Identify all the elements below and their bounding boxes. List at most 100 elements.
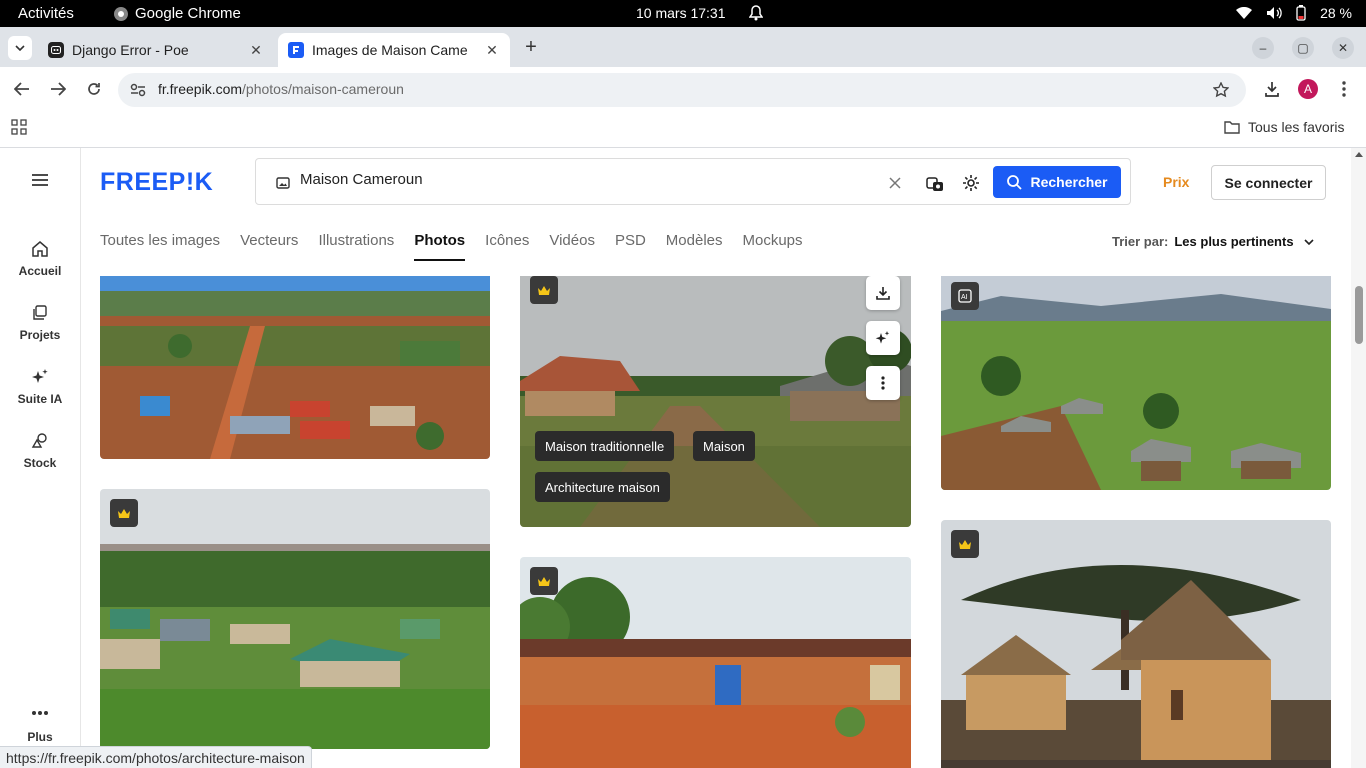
freepik-logo[interactable]: FREEP!K (100, 168, 213, 197)
reload-button[interactable] (83, 78, 105, 100)
more-options-button[interactable] (866, 366, 900, 400)
sidebar-item-suite-ia[interactable]: Suite IA (0, 368, 80, 406)
sidebar-item-label: Plus (27, 730, 53, 744)
photo-card[interactable] (100, 489, 490, 749)
photo-grid: Maison traditionnelle Maison Architectur… (81, 276, 1351, 768)
login-button[interactable]: Se connecter (1211, 165, 1326, 200)
all-bookmarks-button[interactable]: Tous les favoris (1224, 119, 1344, 135)
browser-toolbar: fr.freepik.com/photos/maison-cameroun A (0, 67, 1366, 111)
crown-icon (118, 508, 130, 518)
tab-vectors[interactable]: Vecteurs (240, 232, 298, 261)
sidebar-item-label: Suite IA (17, 392, 63, 406)
tab-search-button[interactable] (8, 36, 32, 60)
new-tab-button[interactable]: + (520, 36, 542, 58)
activities-button[interactable]: Activités (18, 5, 74, 22)
settings-gear-icon[interactable] (962, 174, 980, 192)
scrollbar-thumb[interactable] (1355, 286, 1363, 344)
chrome-menu-button[interactable] (1333, 78, 1355, 100)
tag-house-architecture[interactable]: Architecture maison (535, 472, 670, 502)
site-settings-icon[interactable] (130, 83, 146, 97)
battery-level: 28 % (1320, 5, 1352, 21)
crown-icon (538, 285, 550, 295)
close-window-button[interactable]: ✕ (1332, 37, 1354, 59)
tab-illustrations[interactable]: Illustrations (318, 232, 394, 261)
sidebar-item-accueil[interactable]: Accueil (0, 240, 80, 278)
tab-photos[interactable]: Photos (414, 232, 466, 261)
forward-button[interactable] (47, 78, 69, 100)
sort-dropdown[interactable]: Trier par: Les plus pertinents (1112, 234, 1314, 249)
close-icon[interactable]: ✕ (484, 42, 500, 59)
tab-icons[interactable]: Icônes (485, 232, 529, 261)
system-tray[interactable]: 28 % (1236, 5, 1352, 21)
photo-card[interactable] (941, 520, 1331, 768)
search-button[interactable]: Rechercher (993, 166, 1121, 198)
clock[interactable]: 10 mars 17:31 (636, 5, 726, 21)
reload-icon (88, 83, 100, 95)
sidebar-item-projets[interactable]: Projets (0, 304, 80, 342)
crown-icon (959, 539, 971, 549)
tab-strip: Django Error - Poe ✕ Images de Maison Ca… (0, 27, 1366, 67)
home-icon (32, 241, 48, 257)
tag-traditional-house[interactable]: Maison traditionnelle (535, 431, 675, 461)
page-scrollbar[interactable] (1351, 148, 1366, 768)
all-bookmarks-label: Tous les favoris (1248, 119, 1345, 135)
hamburger-menu-button[interactable] (30, 172, 50, 188)
visual-search-icon[interactable] (926, 174, 944, 192)
app-menu[interactable]: Google Chrome (113, 5, 241, 22)
photo-card[interactable] (100, 276, 490, 459)
clear-icon[interactable] (889, 177, 901, 189)
os-top-bar: Activités Google Chrome 10 mars 17:31 28… (0, 0, 1366, 27)
url-text: fr.freepik.com/photos/maison-cameroun (158, 81, 404, 97)
photo-card[interactable]: AI (941, 276, 1331, 490)
download-icon (1265, 82, 1279, 97)
profile-avatar[interactable]: A (1298, 79, 1318, 99)
apps-grid-icon[interactable] (11, 119, 27, 135)
search-input[interactable] (300, 171, 860, 188)
tab-videos[interactable]: Vidéos (549, 232, 595, 261)
sidebar-item-stock[interactable]: Stock (0, 432, 80, 470)
minimize-button[interactable]: – (1252, 37, 1274, 59)
sidebar-item-label: Projets (19, 328, 61, 342)
premium-badge (951, 530, 979, 558)
close-icon[interactable]: ✕ (248, 42, 264, 59)
category-tabs: Toutes les images Vecteurs Illustrations… (100, 232, 803, 261)
tab-django-error[interactable]: Django Error - Poe ✕ (38, 33, 274, 67)
tab-psd[interactable]: PSD (615, 232, 646, 261)
tab-all-images[interactable]: Toutes les images (100, 232, 220, 261)
sort-label: Trier par: (1112, 234, 1169, 249)
url-path: /photos/maison-cameroun (242, 81, 404, 97)
sidebar-item-label: Accueil (18, 264, 62, 278)
tab-templates[interactable]: Modèles (666, 232, 723, 261)
address-bar[interactable]: fr.freepik.com/photos/maison-cameroun (118, 73, 1246, 107)
tab-mockups[interactable]: Mockups (743, 232, 803, 261)
volume-icon (1267, 7, 1282, 19)
link-status-bar: https://fr.freepik.com/photos/architectu… (0, 746, 312, 768)
url-domain: fr.freepik.com (158, 81, 243, 97)
star-icon[interactable] (1213, 82, 1229, 98)
left-sidebar: Accueil Projets Suite IA Stock Plus (0, 148, 81, 768)
maximize-button[interactable]: ▢ (1292, 37, 1314, 59)
sparkles-icon (32, 369, 48, 383)
pricing-link[interactable]: Prix (1163, 174, 1189, 190)
sidebar-item-plus[interactable]: Plus (0, 710, 80, 744)
tag-house[interactable]: Maison (693, 431, 755, 461)
photo-card[interactable] (520, 557, 911, 768)
premium-badge (530, 276, 558, 304)
acacia-huts-photo (941, 520, 1331, 768)
download-button[interactable] (866, 276, 900, 310)
tab-freepik[interactable]: Images de Maison Came ✕ (278, 33, 510, 67)
back-button[interactable] (11, 78, 33, 100)
arrow-left-icon (14, 82, 29, 96)
photo-card-hovered[interactable]: Maison traditionnelle Maison Architectur… (520, 276, 911, 527)
bookmarks-bar: Tous les favoris (0, 111, 1366, 148)
bell-icon[interactable] (749, 5, 763, 21)
scroll-up-icon[interactable] (1355, 152, 1363, 157)
mud-house-photo (520, 557, 911, 768)
ai-image-icon: AI (958, 289, 972, 303)
tab-title: Images de Maison Came (312, 42, 468, 58)
premium-badge (530, 567, 558, 595)
ai-edit-button[interactable] (866, 321, 900, 355)
tab-title: Django Error - Poe (72, 42, 189, 58)
arrow-right-icon (51, 82, 66, 96)
downloads-button[interactable] (1261, 78, 1283, 100)
